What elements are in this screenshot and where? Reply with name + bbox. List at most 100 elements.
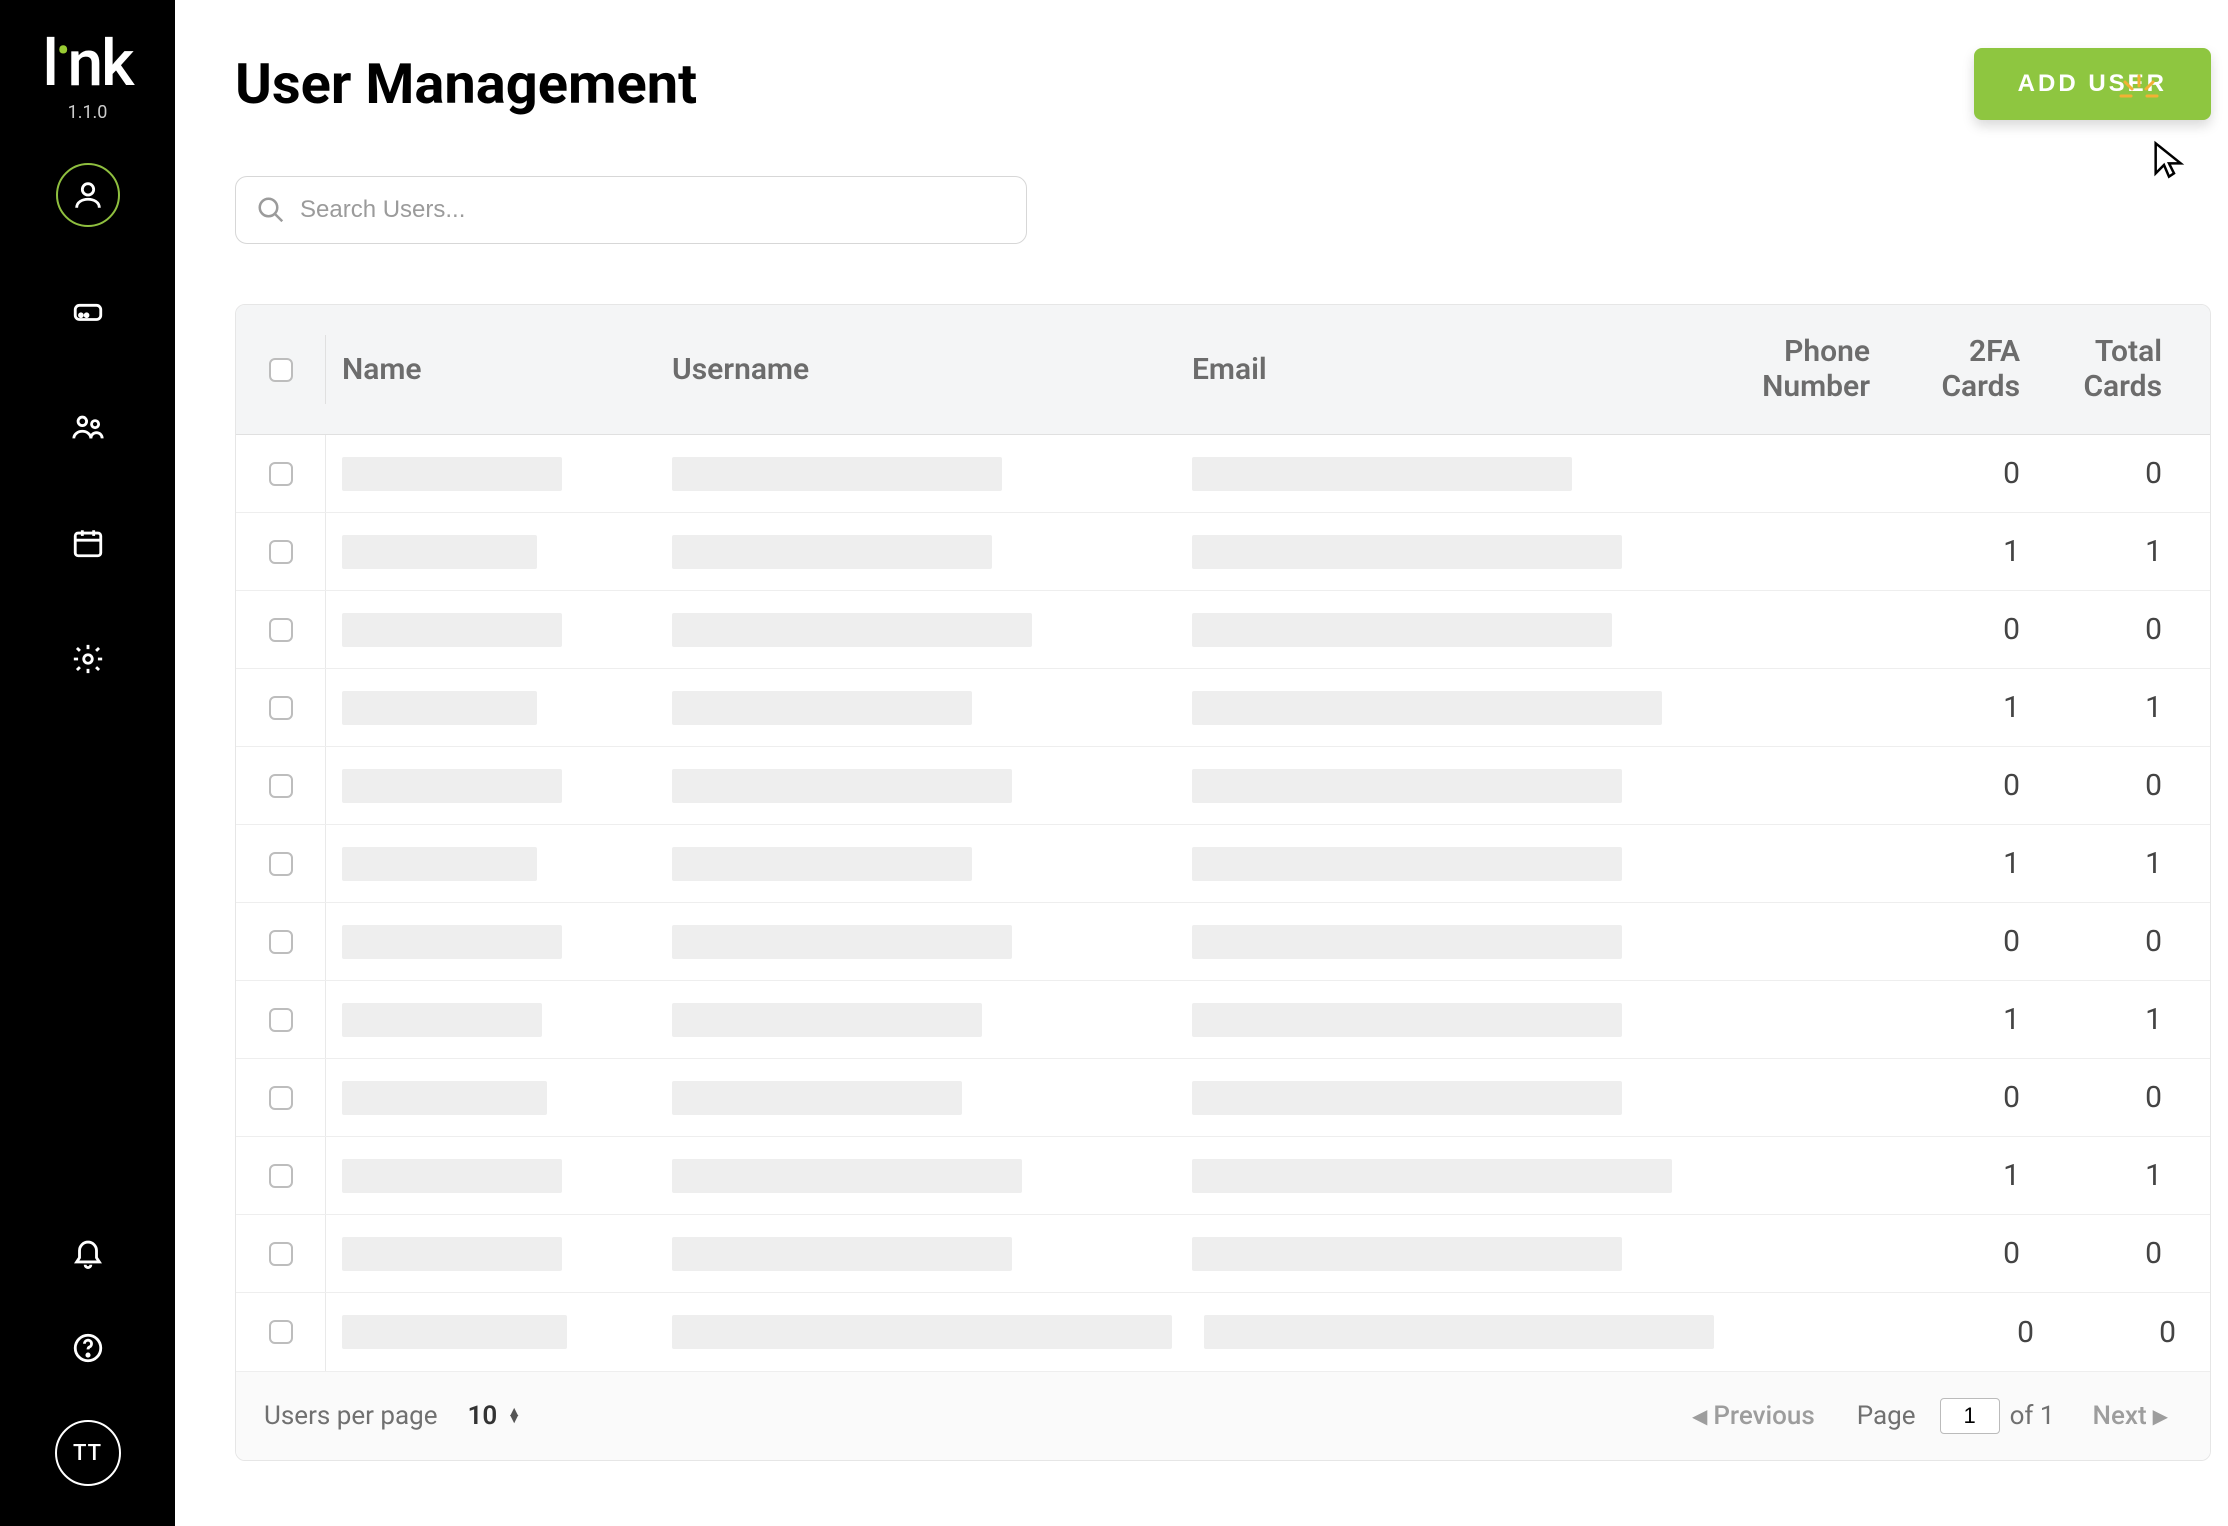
table-row[interactable]: 0 0 — [236, 591, 2210, 669]
cell-2fa: 0 — [1886, 612, 2036, 647]
cell-username — [656, 1003, 1176, 1037]
sidebar-item-storage[interactable] — [56, 279, 120, 343]
cell-username — [656, 769, 1176, 803]
table-row[interactable]: 0 0 — [236, 903, 2210, 981]
cell-total: 0 — [2036, 456, 2196, 491]
cell-name — [326, 1081, 656, 1115]
cell-username — [656, 457, 1176, 491]
col-header-username: Username — [656, 352, 1176, 387]
cell-2fa: 0 — [1886, 456, 2036, 491]
cell-2fa: 1 — [1886, 846, 2036, 881]
page-header: User Management ADD USER — [235, 48, 2211, 120]
select-all-checkbox[interactable] — [269, 358, 293, 382]
cell-total: 1 — [2036, 690, 2196, 725]
row-checkbox[interactable] — [269, 1086, 293, 1110]
row-checkbox[interactable] — [269, 540, 293, 564]
drive-icon — [71, 294, 105, 328]
select-all-cell — [236, 335, 326, 404]
sidebar-item-notifications[interactable] — [64, 1228, 112, 1276]
bell-icon — [71, 1235, 105, 1269]
people-icon — [71, 410, 105, 444]
main: User Management ADD USER Name Username — [175, 0, 2228, 1526]
search-box[interactable] — [235, 176, 1027, 244]
table-row[interactable]: 1 1 — [236, 825, 2210, 903]
row-check-cell — [236, 747, 326, 824]
brand-version: 1.1.0 — [68, 102, 108, 123]
row-check-cell — [236, 981, 326, 1058]
cell-name — [326, 1237, 656, 1271]
row-checkbox[interactable] — [269, 930, 293, 954]
row-checkbox[interactable] — [269, 852, 293, 876]
previous-button[interactable]: ◀ Previous — [1678, 1401, 1829, 1431]
table-row[interactable]: 1 1 — [236, 513, 2210, 591]
cell-2fa: 1 — [1886, 1158, 2036, 1193]
table-row[interactable]: 1 1 — [236, 981, 2210, 1059]
sidebar-item-users[interactable] — [56, 163, 120, 227]
cell-total: 0 — [2036, 768, 2196, 803]
cell-2fa: 0 — [1886, 924, 2036, 959]
table-row[interactable]: 0 0 — [236, 1215, 2210, 1293]
cell-username — [656, 925, 1176, 959]
col-header-phone: Phone Number — [1716, 335, 1886, 404]
table-row[interactable]: 0 0 — [236, 435, 2210, 513]
sidebar-item-groups[interactable] — [56, 395, 120, 459]
cell-email — [1176, 1159, 1716, 1193]
cell-2fa: 0 — [1886, 1236, 2036, 1271]
page-of: of 1 — [2010, 1401, 2055, 1431]
cell-2fa: 0 — [1900, 1315, 2050, 1350]
row-check-cell — [236, 1293, 326, 1371]
cell-username — [656, 613, 1176, 647]
table-row[interactable]: 0 0 — [236, 1293, 2210, 1371]
user-icon — [71, 178, 105, 212]
sidebar-item-help[interactable] — [64, 1324, 112, 1372]
table-row[interactable]: 1 1 — [236, 669, 2210, 747]
table-row[interactable]: 1 1 — [236, 1137, 2210, 1215]
add-user-label: ADD USER — [2018, 70, 2167, 97]
cell-username — [656, 1081, 1176, 1115]
cell-name — [326, 925, 656, 959]
caret-right-icon: ▶ — [2153, 1404, 2168, 1428]
cell-email — [1176, 847, 1716, 881]
cell-email — [1176, 535, 1716, 569]
cell-total: 0 — [2036, 612, 2196, 647]
cell-total: 1 — [2036, 534, 2196, 569]
sidebar-item-settings[interactable] — [56, 627, 120, 691]
add-user-button[interactable]: ADD USER — [1974, 48, 2211, 120]
page-title: User Management — [235, 51, 697, 117]
avatar[interactable]: TT — [55, 1420, 121, 1486]
page-input[interactable] — [1940, 1398, 2000, 1434]
table-body: 0 0 1 1 0 0 1 1 0 — [236, 435, 2210, 1371]
cell-email — [1176, 613, 1716, 647]
row-check-cell — [236, 669, 326, 746]
table-row[interactable]: 0 0 — [236, 1059, 2210, 1137]
sidebar-nav — [56, 163, 120, 691]
per-page-value: 10 — [468, 1401, 498, 1431]
row-checkbox[interactable] — [269, 1164, 293, 1188]
row-checkbox[interactable] — [269, 1320, 293, 1344]
row-check-cell — [236, 1059, 326, 1136]
cell-total: 0 — [2050, 1315, 2210, 1350]
col-header-email: Email — [1176, 352, 1716, 387]
row-check-cell — [236, 591, 326, 668]
per-page-select[interactable]: ▲▼ — [507, 1409, 521, 1423]
cell-total: 1 — [2036, 1002, 2196, 1037]
row-checkbox[interactable] — [269, 1242, 293, 1266]
sidebar-item-calendar[interactable] — [56, 511, 120, 575]
per-page-label: Users per page — [264, 1401, 438, 1431]
row-checkbox[interactable] — [269, 462, 293, 486]
row-checkbox[interactable] — [269, 774, 293, 798]
cell-email — [1188, 1315, 1730, 1349]
row-checkbox[interactable] — [269, 618, 293, 642]
row-check-cell — [236, 435, 326, 512]
table-row[interactable]: 0 0 — [236, 747, 2210, 825]
row-checkbox[interactable] — [269, 696, 293, 720]
cell-username — [656, 535, 1176, 569]
cell-email — [1176, 925, 1716, 959]
cell-total: 0 — [2036, 1080, 2196, 1115]
col-header-name: Name — [326, 352, 656, 387]
row-checkbox[interactable] — [269, 1008, 293, 1032]
cell-name — [326, 691, 656, 725]
search-input[interactable] — [300, 196, 1006, 224]
next-button[interactable]: Next ▶ — [2079, 1401, 2183, 1431]
cell-username — [656, 1237, 1176, 1271]
